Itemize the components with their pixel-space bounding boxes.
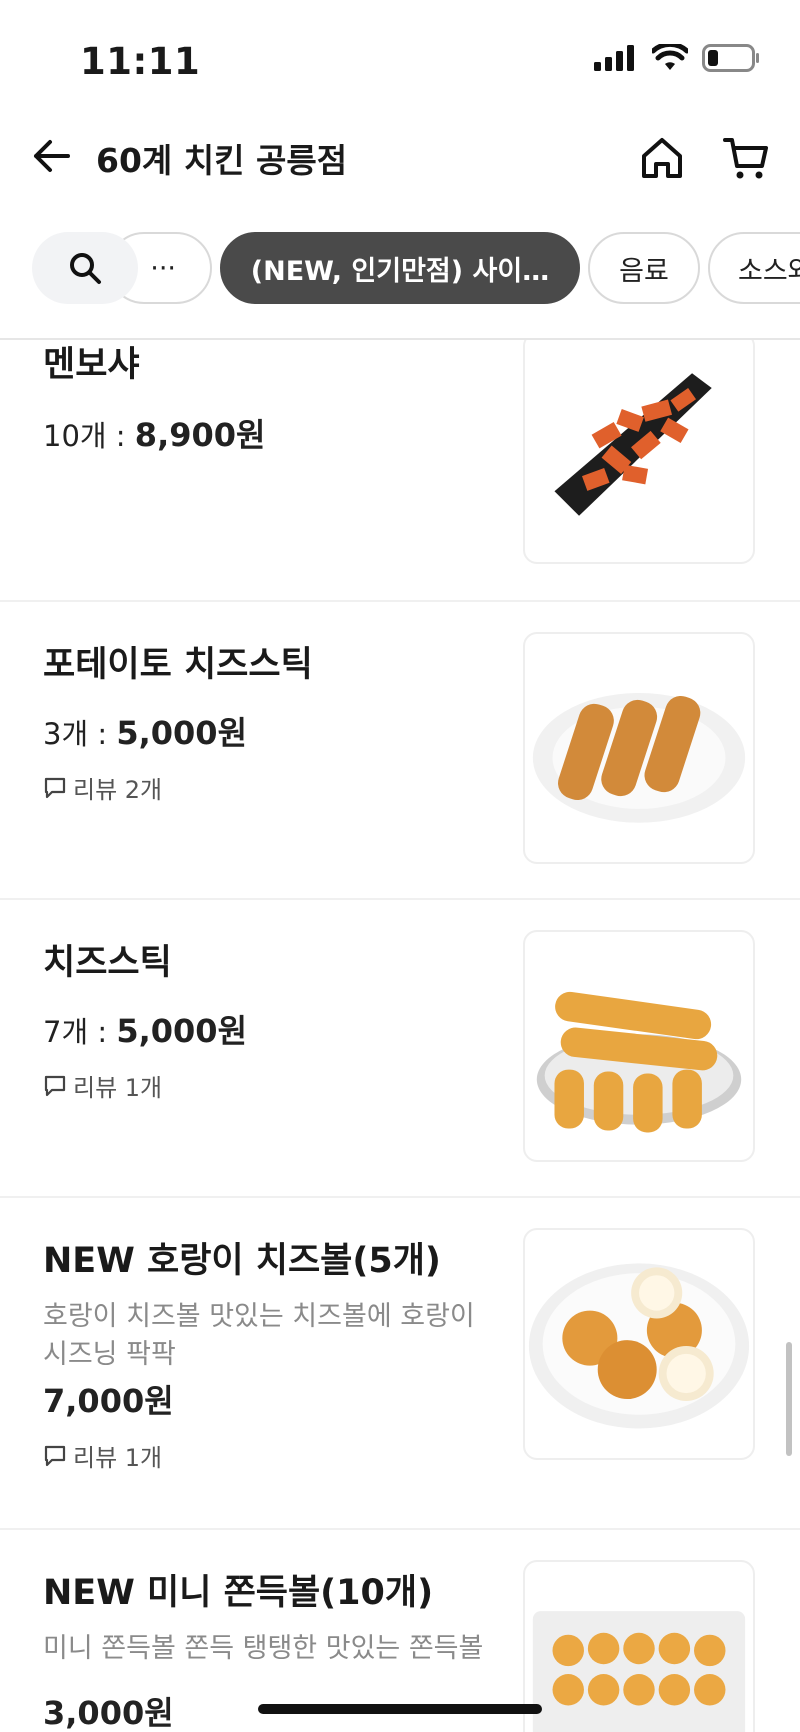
menu-item-price: 7개 : 5,000원 <box>43 1006 247 1052</box>
menu-item-description: 미니 쫀득볼 쫀득 탱탱한 맛있는 쫀득볼 <box>43 1633 484 1664</box>
menu-item-name: 멘보샤 <box>43 345 140 385</box>
menu-item-amount: 8,900원 <box>134 416 266 454</box>
status-bar: 11:11 <box>0 0 800 120</box>
category-ellipsis: ··· <box>150 252 176 284</box>
menu-item-name: 치즈스틱 <box>43 943 172 983</box>
menu-item-image <box>523 632 755 864</box>
menu-item-name: 포테이토 치즈스틱 <box>43 645 313 685</box>
menu-item[interactable]: 멘보샤 10개 : 8,900원 <box>0 340 800 600</box>
review-bubble-icon <box>44 777 66 798</box>
back-button[interactable] <box>30 134 74 178</box>
cart-button[interactable] <box>722 134 770 182</box>
status-time: 11:11 <box>80 40 201 83</box>
search-icon <box>70 253 101 284</box>
menu-item[interactable]: 포테이토 치즈스틱 3개 : 5,000원 리뷰 2개 <box>0 602 800 898</box>
menu-item-amount: 5,000원 <box>116 714 248 752</box>
review-bubble-icon <box>44 1445 66 1466</box>
menu-item-amount: 5,000원 <box>116 1012 248 1050</box>
menu-item-price: 3,000원 <box>43 1688 174 1732</box>
category-chip-drink[interactable]: 음료 <box>588 232 700 304</box>
scroll-indicator[interactable] <box>786 1342 792 1456</box>
review-bubble-icon <box>44 1075 66 1096</box>
signal-icon <box>594 45 634 71</box>
menu-item-amount: 3,000원 <box>43 1694 174 1732</box>
menu-item-name: NEW 미니 쫀득볼(10개) <box>43 1573 434 1613</box>
menu-item-price: 7,000원 <box>43 1376 174 1422</box>
menu-item-qty: 10개 : <box>43 419 135 453</box>
nav-bar: 60계 치킨 공릉점 <box>0 120 800 200</box>
menu-item-image <box>523 930 755 1162</box>
menu-item-price: 10개 : 8,900원 <box>43 410 265 456</box>
home-indicator[interactable] <box>258 1704 542 1714</box>
menu-item-review[interactable]: 리뷰 1개 <box>43 1438 162 1473</box>
menu-item[interactable]: NEW 호랑이 치즈볼(5개) 호랑이 치즈볼 맛있는 치즈볼에 호랑이 시즈닝… <box>0 1198 800 1528</box>
menu-item-image <box>523 340 755 564</box>
store-title: 60계 치킨 공릉점 <box>96 141 348 180</box>
cart-icon <box>723 138 768 179</box>
menu-item-review[interactable]: 리뷰 2개 <box>43 770 162 805</box>
battery-icon <box>702 44 759 72</box>
back-arrow-icon <box>34 140 70 172</box>
category-drink-label: 음료 <box>619 255 669 287</box>
category-bar: ··· (NEW, 인기만점) 사이… 음료 소스와 <box>0 230 800 310</box>
menu-item-qty: 3개 : <box>43 717 117 751</box>
tiger-cheese-ball-image <box>528 1263 750 1429</box>
home-button[interactable] <box>638 134 686 182</box>
menu-item-price: 3개 : 5,000원 <box>43 708 247 754</box>
menu-list: 멘보샤 10개 : 8,900원 포테이토 치즈스틱 3개: 5,000원 리… <box>0 340 800 1732</box>
menu-item-review[interactable]: 리뷰 1개 <box>43 1068 162 1103</box>
category-active-label: (NEW, 인기만점) 사이… <box>250 255 550 287</box>
cheese-stick-image <box>536 991 742 1133</box>
menu-item-name: NEW 호랑이 치즈볼(5개) <box>43 1241 441 1281</box>
status-icons <box>594 44 760 72</box>
menu-item[interactable]: 치즈스틱 7개 : 5,000원 리뷰 1개 <box>0 900 800 1196</box>
search-button[interactable] <box>32 232 138 304</box>
menu-item-image <box>523 1228 755 1460</box>
menu-item-qty: 7개 : <box>43 1015 117 1049</box>
menbosha-image <box>554 373 712 516</box>
menu-item-review-count: 리뷰 1개 <box>73 1074 163 1102</box>
category-sauce-label: 소스와 <box>738 255 800 287</box>
category-chip-side-active[interactable]: (NEW, 인기만점) 사이… <box>220 232 580 304</box>
category-chip-sauce[interactable]: 소스와 <box>708 232 800 304</box>
menu-item-review-count: 리뷰 2개 <box>73 776 163 804</box>
menu-item-image <box>523 1560 755 1732</box>
home-icon <box>642 138 682 178</box>
menu-item-review-count: 리뷰 1개 <box>73 1444 163 1472</box>
mini-chewy-ball-image <box>532 1611 746 1732</box>
menu-item-description: 호랑이 치즈볼 맛있는 치즈볼에 호랑이 시즈닝 팍팍 <box>43 1301 475 1370</box>
potato-cheese-stick-image <box>532 692 746 823</box>
menu-item[interactable]: NEW 미니 쫀득볼(10개) 미니 쫀득볼 쫀득 탱탱한 맛있는 쫀득볼 3,… <box>0 1530 800 1732</box>
wifi-icon <box>652 44 688 70</box>
menu-item-amount: 7,000원 <box>43 1382 174 1420</box>
